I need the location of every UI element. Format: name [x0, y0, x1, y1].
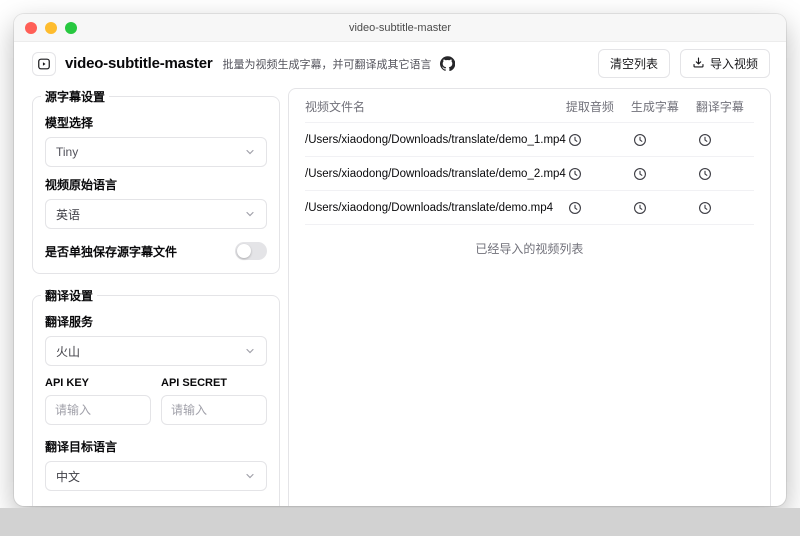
api-secret-label: API SECRET [161, 377, 228, 389]
video-language-value: 英语 [56, 207, 81, 222]
github-icon[interactable] [439, 56, 455, 71]
generate-subtitle-status-pending-clock-icon [631, 201, 696, 215]
target-language-label: 翻译目标语言 [45, 440, 118, 454]
import-video-label: 导入视频 [709, 57, 758, 71]
column-header-extract-audio: 提取音频 [565, 100, 614, 114]
save-source-subtitle-toggle[interactable] [235, 242, 267, 260]
model-select-label: 模型选择 [45, 116, 94, 130]
save-source-subtitle-label: 是否单独保存源字幕文件 [45, 244, 178, 259]
translation-settings-group: 翻译设置 翻译服务 火山 API KEY API SECRET 翻 [32, 287, 280, 506]
app-header: video-subtitle-master 批量为视频生成字幕，并可翻译成其它语… [14, 42, 786, 84]
extract-audio-status-pending-clock-icon [566, 201, 631, 215]
translate-subtitle-status-pending-clock-icon [696, 133, 754, 147]
video-language-label: 视频原始语言 [45, 178, 118, 192]
column-header-translate-subtitle: 翻译字幕 [695, 100, 744, 114]
video-file-path: /Users/xiaodong/Downloads/translate/demo… [305, 167, 566, 180]
app-tagline: 批量为视频生成字幕，并可翻译成其它语言 [222, 58, 432, 71]
model-select-value: Tiny [56, 145, 79, 159]
settings-sidebar: 源字幕设置 模型选择 Tiny 视频原始语言 英语 是否单独保存源字幕文件 翻译… [32, 88, 280, 506]
chevron-down-icon [246, 211, 254, 217]
chevron-down-icon [246, 473, 254, 479]
table-caption: 已经导入的视频列表 [475, 242, 584, 256]
table-row: /Users/xiaodong/Downloads/translate/demo… [305, 157, 754, 191]
table-row: /Users/xiaodong/Downloads/translate/demo… [305, 191, 754, 225]
video-language-select[interactable]: 英语 [45, 199, 267, 229]
video-list-panel: 视频文件名 提取音频 生成字幕 翻译字幕 /Users/xiaodong/Dow… [288, 88, 771, 506]
desktop-background [0, 508, 800, 536]
app-name: video-subtitle-master [65, 55, 213, 72]
extract-audio-status-pending-clock-icon [566, 167, 631, 181]
generate-subtitle-status-pending-clock-icon [631, 167, 696, 181]
chevron-down-icon [246, 348, 254, 354]
source-settings-legend: 源字幕设置 [45, 90, 106, 104]
translate-subtitle-status-pending-clock-icon [696, 167, 754, 181]
source-subtitle-settings-group: 源字幕设置 模型选择 Tiny 视频原始语言 英语 是否单独保存源字幕文件 [32, 88, 280, 274]
extract-audio-status-pending-clock-icon [566, 133, 631, 147]
translation-service-value: 火山 [56, 344, 81, 359]
api-key-input[interactable] [45, 395, 151, 425]
column-header-generate-subtitle: 生成字幕 [630, 100, 679, 114]
clear-list-label: 清空列表 [609, 57, 658, 71]
translation-settings-legend: 翻译设置 [45, 289, 94, 303]
window-title: video-subtitle-master [348, 21, 452, 34]
table-row: /Users/xiaodong/Downloads/translate/demo… [305, 123, 754, 157]
clear-list-button[interactable]: 清空列表 [597, 49, 670, 78]
translation-service-label: 翻译服务 [45, 315, 94, 329]
output-setting-label: 翻译输出字幕设置 [45, 504, 267, 506]
api-key-label: API KEY [45, 377, 90, 389]
import-tray-icon [692, 56, 705, 72]
translation-service-select[interactable]: 火山 [45, 336, 267, 366]
api-secret-input[interactable] [161, 395, 267, 425]
target-language-select[interactable]: 中文 [45, 461, 267, 491]
target-language-value: 中文 [56, 469, 81, 484]
video-file-path: /Users/xiaodong/Downloads/translate/demo… [305, 201, 554, 214]
titlebar: video-subtitle-master [14, 14, 786, 42]
column-header-filename: 视频文件名 [305, 100, 366, 114]
video-file-path: /Users/xiaodong/Downloads/translate/demo… [305, 133, 566, 146]
translate-subtitle-status-pending-clock-icon [696, 201, 754, 215]
import-video-button[interactable]: 导入视频 [679, 49, 770, 78]
chevron-down-icon [246, 149, 254, 155]
table-body: /Users/xiaodong/Downloads/translate/demo… [305, 123, 754, 225]
generate-subtitle-status-pending-clock-icon [631, 133, 696, 147]
app-logo-icon [32, 51, 56, 76]
app-window: video-subtitle-master video-subtitle-mas… [14, 14, 786, 506]
table-header-row: 视频文件名 提取音频 生成字幕 翻译字幕 [305, 91, 754, 123]
model-select[interactable]: Tiny [45, 137, 267, 167]
